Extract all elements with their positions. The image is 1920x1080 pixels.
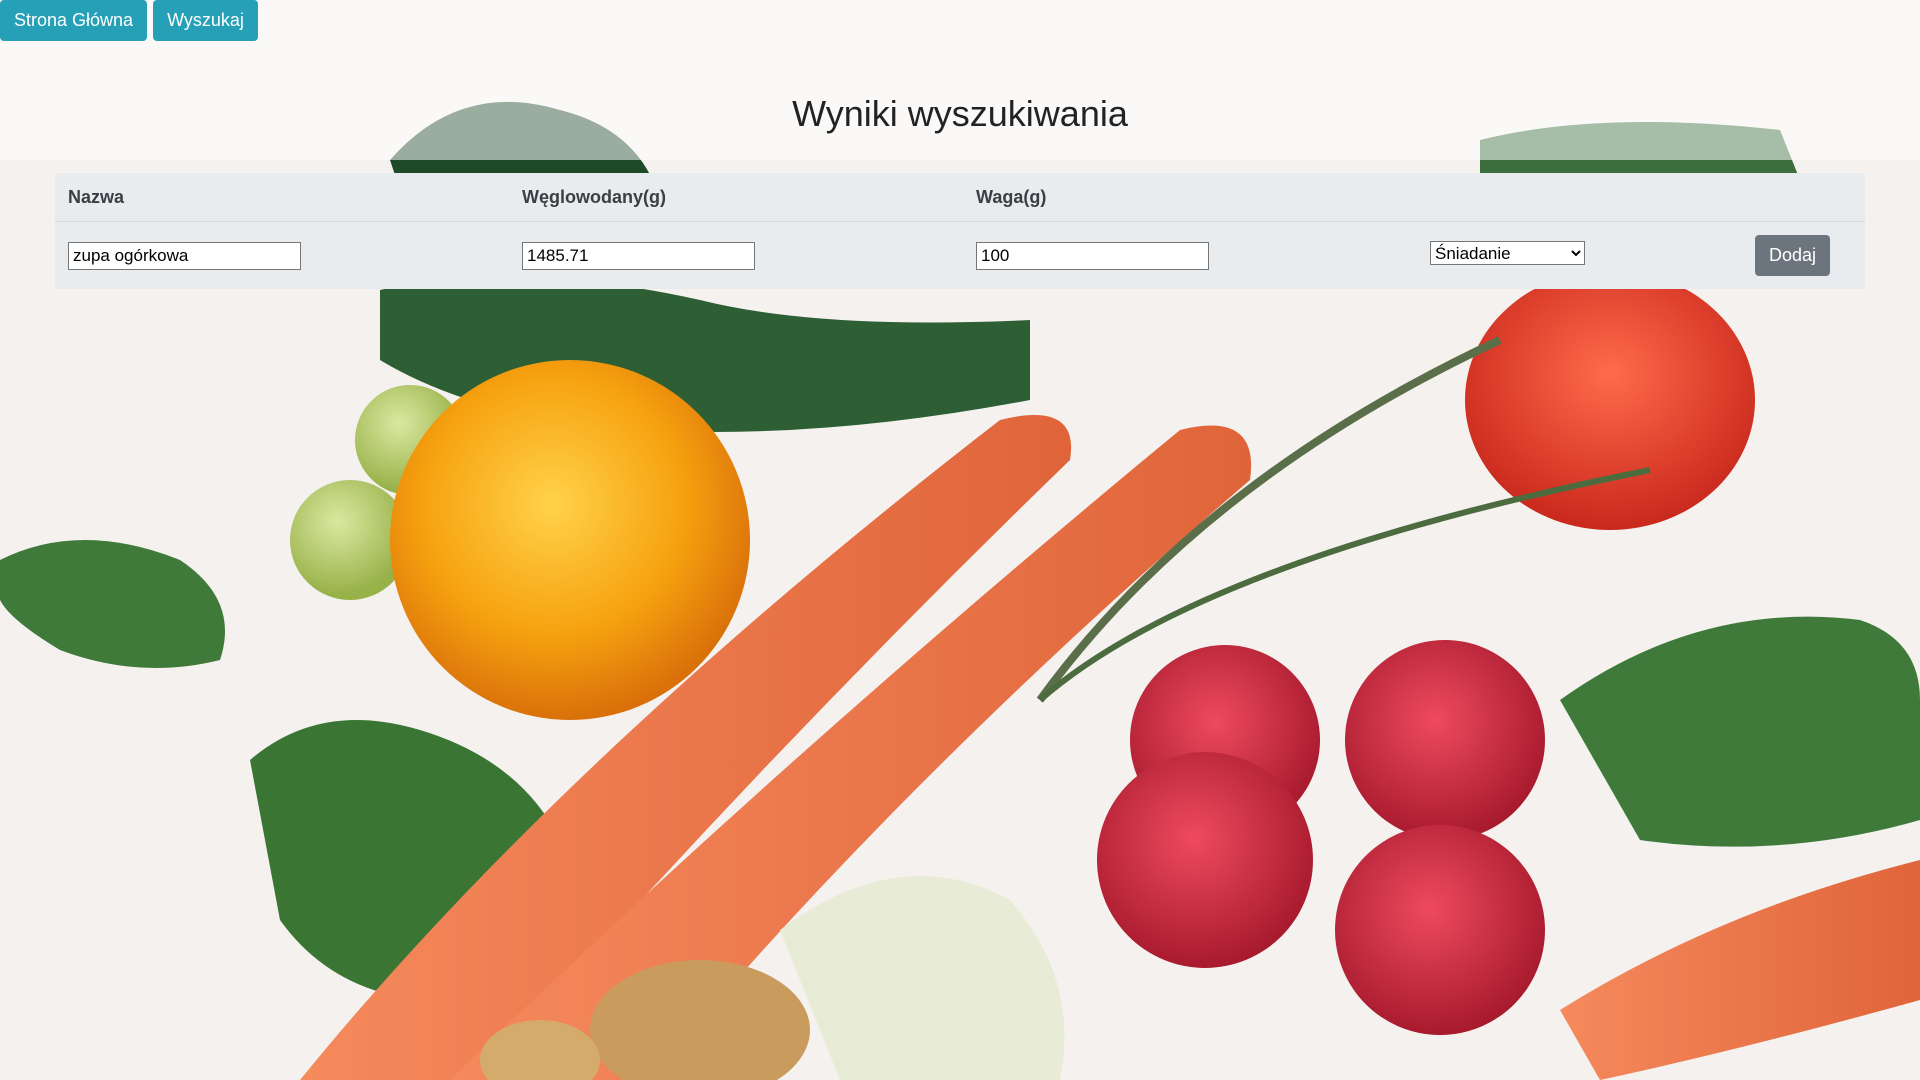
top-navigation: Strona Główna Wyszukaj	[0, 0, 258, 41]
cell-weight	[963, 222, 1417, 290]
cell-carbs	[509, 222, 963, 290]
weight-input[interactable]	[976, 241, 1209, 270]
page-title: Wyniki wyszukiwania	[792, 93, 1128, 134]
cell-action: Dodaj	[1742, 222, 1865, 290]
header-meal	[1417, 173, 1742, 222]
header-weight: Waga(g)	[963, 173, 1417, 222]
table-header-row: Nazwa Węglowodany(g) Waga(g)	[55, 173, 1865, 222]
background-photo	[0, 0, 1920, 1080]
meal-select[interactable]: Śniadanie	[1430, 241, 1585, 266]
search-nav-button[interactable]: Wyszukaj	[153, 0, 258, 41]
home-button[interactable]: Strona Główna	[0, 0, 148, 41]
cell-name	[55, 222, 509, 290]
table-row: Śniadanie Dodaj	[55, 222, 1865, 290]
carbs-input[interactable]	[522, 241, 755, 270]
header-name: Nazwa	[55, 173, 509, 222]
results-table: Nazwa Węglowodany(g) Waga(g) Śniadanie	[55, 173, 1865, 289]
cell-meal: Śniadanie	[1417, 222, 1742, 290]
name-input[interactable]	[68, 241, 301, 270]
header-action	[1742, 173, 1865, 222]
add-button[interactable]: Dodaj	[1755, 235, 1830, 276]
header-carbs: Węglowodany(g)	[509, 173, 963, 222]
